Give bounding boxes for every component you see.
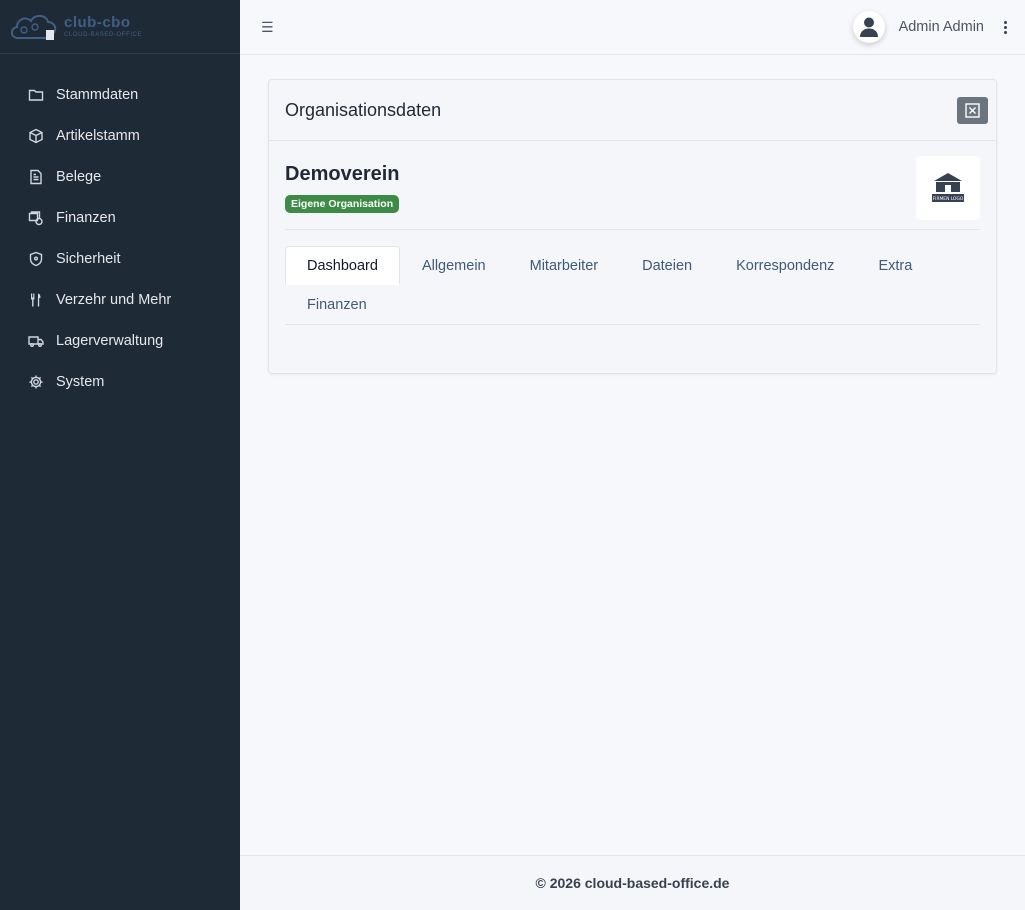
brand-tagline: CLOUD-BASED-OFFICE	[64, 32, 143, 38]
sidebar-item-label: System	[56, 373, 105, 390]
folder-icon	[28, 87, 44, 103]
gear-icon	[28, 374, 44, 390]
sidebar-item-label: Verzehr und Mehr	[56, 291, 172, 308]
tab-mitarbeiter[interactable]: Mitarbeiter	[508, 246, 621, 285]
sidebar-item-system[interactable]: System	[0, 361, 240, 402]
footer-text: © 2026 cloud-based-office.de	[535, 875, 730, 891]
tab-dateien[interactable]: Dateien	[620, 246, 714, 285]
sidebar-item-artikelstamm[interactable]: Artikelstamm	[0, 115, 240, 156]
sidebar-item-stammdaten[interactable]: Stammdaten	[0, 74, 240, 115]
truck-icon	[28, 333, 44, 349]
page-title: Organisationsdaten	[285, 99, 442, 120]
kebab-menu-icon[interactable]	[1002, 20, 1008, 34]
sidebar-nav: Stammdaten Artikelstamm Belege Finanzen …	[0, 54, 240, 402]
utensils-icon	[28, 292, 44, 308]
finance-icon	[28, 210, 44, 226]
sidebar-item-verzehr-und-mehr[interactable]: Verzehr und Mehr	[0, 279, 240, 320]
card-header: Organisationsdaten	[269, 80, 996, 141]
logo-text: FIRMEN LOGO	[933, 196, 964, 202]
brand-logo[interactable]: club-cbo CLOUD-BASED-OFFICE	[0, 0, 240, 54]
tab-bar: Dashboard Allgemein Mitarbeiter Dateien …	[285, 246, 980, 325]
sidebar-item-label: Belege	[56, 168, 102, 185]
brand-name: club-cbo	[64, 14, 131, 31]
tab-allgemein[interactable]: Allgemein	[400, 246, 508, 285]
building-icon: FIRMEN LOGO	[932, 173, 964, 202]
organisation-header: Demoverein Eigene Organisation FIRMEN LO…	[285, 141, 980, 230]
document-icon	[28, 169, 44, 185]
sidebar-item-label: Finanzen	[56, 209, 116, 226]
sidebar-item-sicherheit[interactable]: Sicherheit	[0, 238, 240, 279]
user-icon[interactable]	[852, 11, 885, 43]
tab-dashboard[interactable]: Dashboard	[285, 246, 400, 285]
company-logo: FIRMEN LOGO	[916, 156, 980, 220]
sidebar-item-label: Stammdaten	[56, 86, 139, 103]
sidebar-item-label: Artikelstamm	[56, 127, 140, 144]
sidebar-item-lagerverwaltung[interactable]: Lagerverwaltung	[0, 320, 240, 361]
sidebar: club-cbo CLOUD-BASED-OFFICE Stammdaten A…	[0, 0, 240, 910]
status-badge: Eigene Organisation	[285, 195, 400, 213]
close-icon	[965, 103, 980, 118]
tab-korrespondenz[interactable]: Korrespondenz	[714, 246, 856, 285]
organisation-card: Organisationsdaten Demoverein Eigene Org…	[268, 79, 997, 374]
cloud-logo-icon	[10, 14, 57, 40]
close-button[interactable]	[957, 97, 988, 124]
footer: © 2026 cloud-based-office.de	[240, 855, 1025, 910]
tab-extra[interactable]: Extra	[856, 246, 934, 285]
sidebar-item-belege[interactable]: Belege	[0, 156, 240, 197]
sidebar-item-finanzen[interactable]: Finanzen	[0, 197, 240, 238]
tab-finanzen[interactable]: Finanzen	[285, 285, 389, 324]
hamburger-icon[interactable]: ☰	[261, 18, 275, 36]
sidebar-item-label: Lagerverwaltung	[56, 332, 164, 349]
user-menu[interactable]: Admin Admin	[852, 10, 1008, 44]
organisation-name: Demoverein	[285, 163, 400, 185]
user-name[interactable]: Admin Admin	[899, 19, 984, 35]
top-bar: ☰ Admin Admin	[240, 0, 1025, 55]
sidebar-item-label: Sicherheit	[56, 250, 121, 267]
box-icon	[28, 128, 44, 144]
shield-icon	[28, 251, 44, 267]
